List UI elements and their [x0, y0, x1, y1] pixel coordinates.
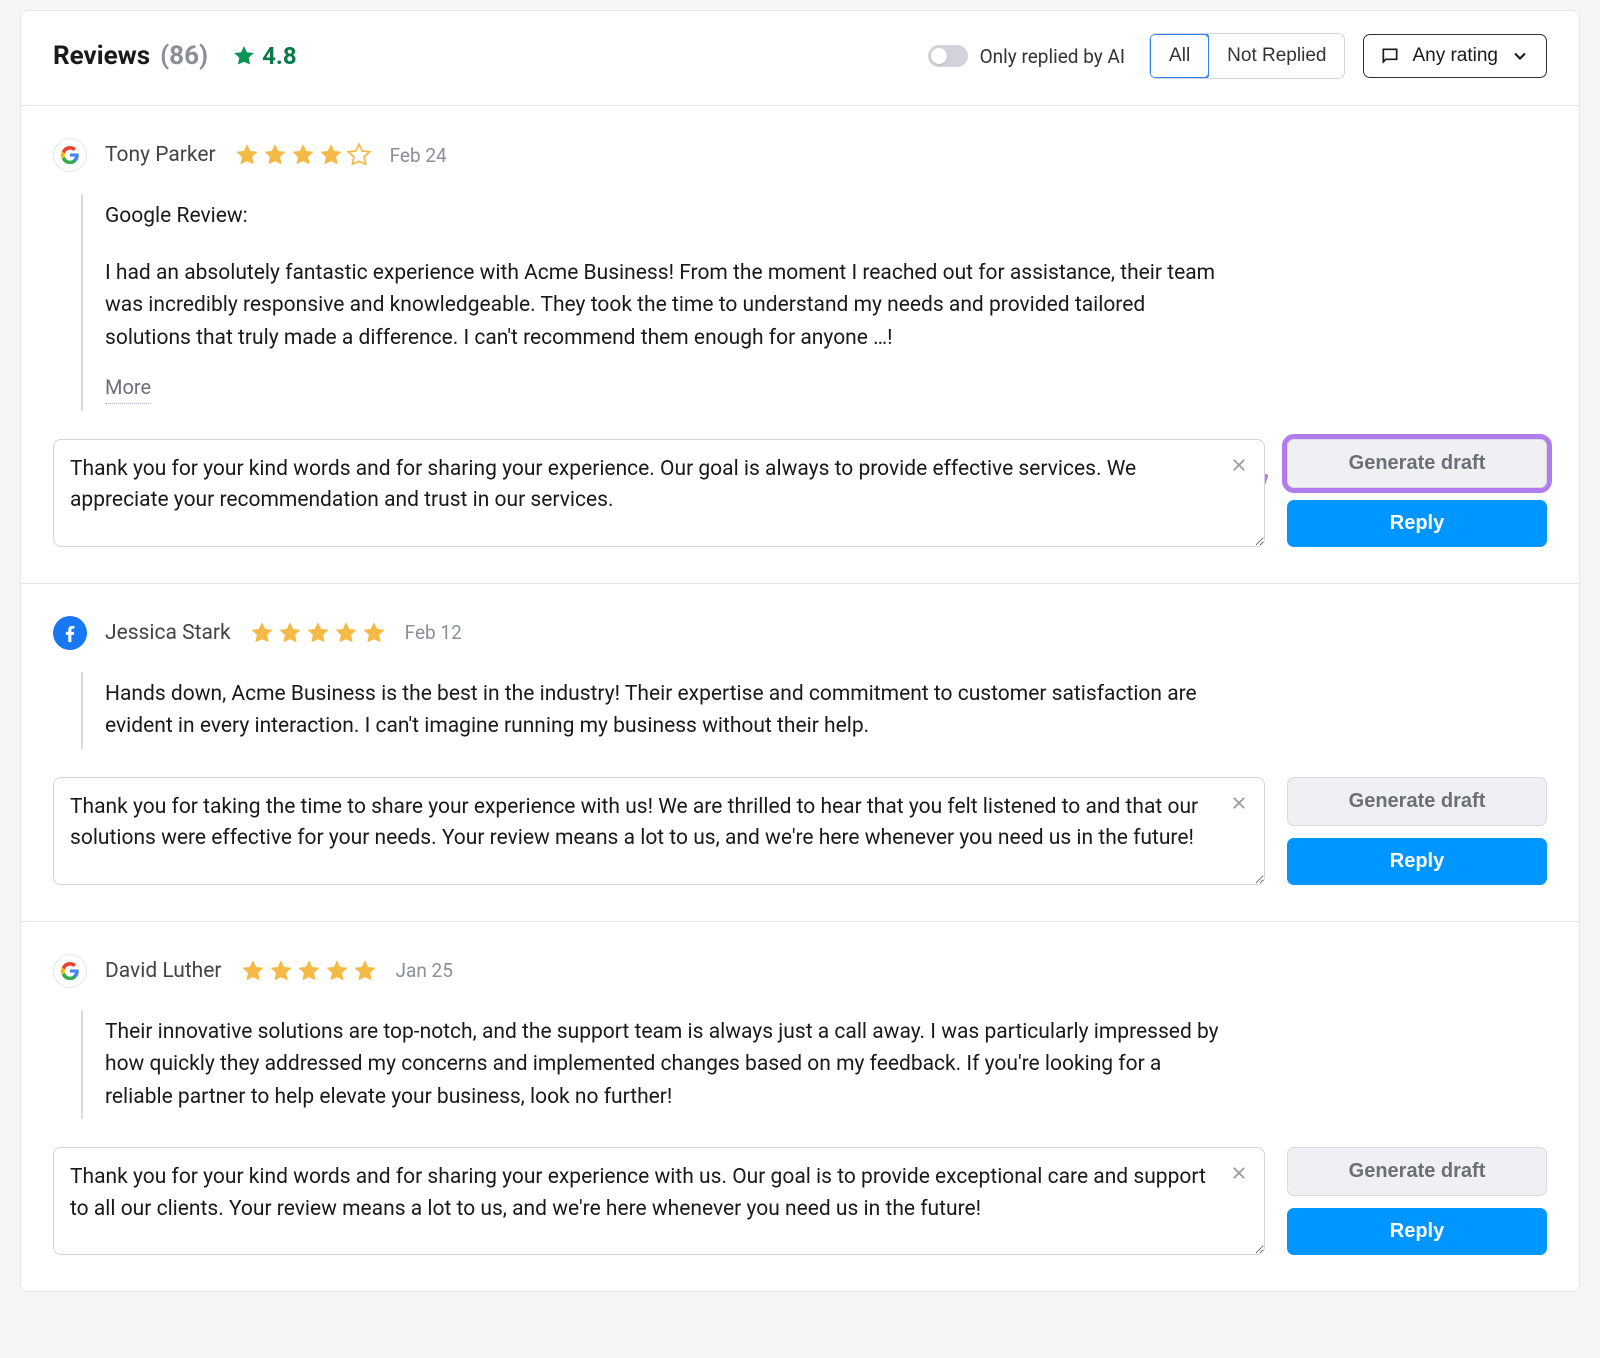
reviews-panel: Reviews (86) 4.8 Only replied by AI All … — [20, 10, 1580, 1292]
clear-reply-button[interactable] — [1227, 791, 1251, 815]
star-rating — [249, 620, 387, 646]
star-icon — [234, 142, 260, 168]
title-wrap: Reviews (86) — [53, 41, 208, 71]
review-header: Tony Parker Feb 24 — [53, 138, 1547, 172]
page-title: Reviews — [53, 41, 150, 71]
star-icon — [240, 958, 266, 984]
review-header: Jessica Stark Feb 12 — [53, 616, 1547, 650]
ai-filter: Only replied by AI — [928, 45, 1125, 68]
reviews-header: Reviews (86) 4.8 Only replied by AI All … — [21, 11, 1579, 105]
review-text: Hands down, Acme Business is the best in… — [105, 682, 1197, 739]
star-icon — [232, 44, 256, 68]
star-icon — [346, 142, 372, 168]
reply-row: Thank you for your kind words and for sh… — [53, 1147, 1547, 1255]
review-date: Jan 25 — [396, 959, 453, 982]
google-icon — [53, 954, 87, 988]
reply-buttons: Generate draft Reply — [1287, 439, 1547, 547]
avg-rating-value: 4.8 — [262, 42, 297, 70]
close-icon — [1230, 1164, 1248, 1182]
review-body: Google Review: I had an absolutely fanta… — [81, 194, 1221, 411]
ai-filter-label: Only replied by AI — [980, 45, 1125, 68]
generate-draft-button[interactable]: Generate draft — [1287, 1147, 1547, 1196]
clear-reply-button[interactable] — [1227, 453, 1251, 477]
reply-button[interactable]: Reply — [1287, 500, 1547, 547]
review-date: Feb 24 — [390, 144, 447, 167]
reply-row: Thank you for your kind words and for sh… — [53, 439, 1547, 547]
review-item: David Luther Jan 25 Their innovative sol… — [21, 921, 1579, 1292]
chat-icon — [1380, 46, 1400, 66]
segment-all[interactable]: All — [1149, 33, 1210, 79]
star-icon — [333, 620, 359, 646]
average-rating: 4.8 — [232, 42, 297, 70]
more-link[interactable]: More — [105, 372, 151, 404]
facebook-icon — [53, 616, 87, 650]
reviewer-name: Tony Parker — [105, 143, 216, 167]
review-date: Feb 12 — [405, 621, 462, 644]
rating-dropdown[interactable]: Any rating — [1363, 34, 1547, 78]
star-rating — [240, 958, 378, 984]
star-icon — [290, 142, 316, 168]
star-icon — [361, 620, 387, 646]
review-body: Hands down, Acme Business is the best in… — [81, 672, 1221, 749]
star-icon — [324, 958, 350, 984]
clear-reply-button[interactable] — [1227, 1161, 1251, 1185]
review-item: Jessica Stark Feb 12 Hands down, Acme Bu… — [21, 583, 1579, 921]
reply-buttons: Generate draft Reply — [1287, 777, 1547, 885]
reply-buttons: Generate draft Reply — [1287, 1147, 1547, 1255]
reply-row: Thank you for taking the time to share y… — [53, 777, 1547, 885]
review-count: (86) — [160, 41, 208, 71]
star-icon — [249, 620, 275, 646]
star-rating — [234, 142, 372, 168]
reply-input[interactable]: Thank you for taking the time to share y… — [53, 777, 1265, 885]
star-icon — [262, 142, 288, 168]
reviewer-name: David Luther — [105, 959, 222, 983]
close-icon — [1230, 456, 1248, 474]
review-item: Tony Parker Feb 24 Google Review: I had … — [21, 105, 1579, 583]
review-text: I had an absolutely fantastic experience… — [105, 261, 1215, 350]
reply-input[interactable]: Thank you for your kind words and for sh… — [53, 439, 1265, 547]
segment-not-replied[interactable]: Not Replied — [1209, 34, 1344, 78]
close-icon — [1230, 794, 1248, 812]
review-body: Their innovative solutions are top-notch… — [81, 1010, 1221, 1120]
ai-toggle[interactable] — [928, 45, 968, 67]
review-header: David Luther Jan 25 — [53, 954, 1547, 988]
review-source-label: Google Review: — [105, 200, 1221, 233]
reply-input[interactable]: Thank you for your kind words and for sh… — [53, 1147, 1265, 1255]
star-icon — [318, 142, 344, 168]
star-icon — [296, 958, 322, 984]
reply-button[interactable]: Reply — [1287, 838, 1547, 885]
reviewer-name: Jessica Stark — [105, 621, 231, 645]
review-text: Their innovative solutions are top-notch… — [105, 1020, 1219, 1109]
star-icon — [268, 958, 294, 984]
star-icon — [352, 958, 378, 984]
star-icon — [277, 620, 303, 646]
google-icon — [53, 138, 87, 172]
star-icon — [305, 620, 331, 646]
rating-dropdown-label: Any rating — [1412, 45, 1498, 67]
reply-filter-segment: All Not Replied — [1149, 33, 1345, 79]
generate-draft-button[interactable]: Generate draft — [1287, 439, 1547, 488]
chevron-down-icon — [1510, 46, 1530, 66]
reply-button[interactable]: Reply — [1287, 1208, 1547, 1255]
reviews-list: Tony Parker Feb 24 Google Review: I had … — [21, 105, 1579, 1291]
generate-draft-button[interactable]: Generate draft — [1287, 777, 1547, 826]
